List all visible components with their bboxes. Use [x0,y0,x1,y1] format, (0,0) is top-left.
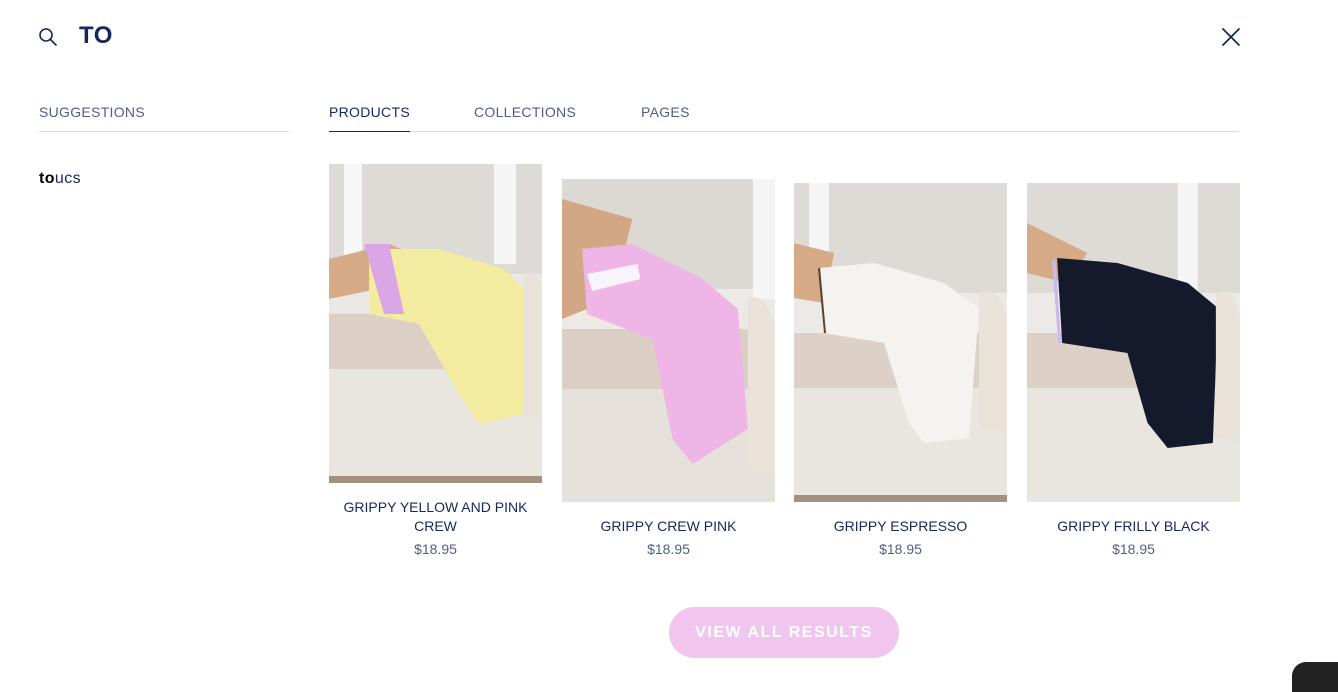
product-card[interactable]: GRIPPY FRILLY BLACK $18.95 [1027,183,1240,564]
suggestions-heading: SUGGESTIONS [39,104,145,120]
search-icon[interactable] [38,27,58,47]
product-card[interactable]: GRIPPY ESPRESSO $18.95 [794,183,1007,564]
results-tabs: PRODUCTS COLLECTIONS PAGES [329,100,1239,132]
suggestion-rest-text: ucs [54,170,82,187]
suggestions-header: SUGGESTIONS [39,100,289,132]
product-name[interactable]: GRIPPY CREW PINK [562,517,775,536]
product-image[interactable] [329,164,542,483]
search-bar: TO [0,0,1338,72]
product-price: $18.95 [414,541,457,557]
suggestion-match-text: to [39,170,55,187]
product-image[interactable] [1027,183,1240,502]
product-card[interactable]: GRIPPY CREW PINK $18.95 [562,179,775,564]
suggestion-item-toucs[interactable]: toucs [39,168,81,190]
tab-products[interactable]: PRODUCTS [329,100,410,132]
product-name[interactable]: GRIPPY ESPRESSO [794,517,1007,536]
tab-pages[interactable]: PAGES [641,100,690,132]
product-name[interactable]: GRIPPY YELLOW AND PINK CREW [329,498,542,536]
product-price: $18.95 [879,541,922,557]
close-icon[interactable] [1220,26,1242,48]
product-card[interactable]: GRIPPY YELLOW AND PINK CREW $18.95 [329,164,542,564]
product-image[interactable] [794,183,1007,502]
view-all-results-button[interactable]: VIEW ALL RESULTS [669,607,899,658]
chat-widget-fragment[interactable] [1292,662,1338,692]
search-input[interactable]: TO [79,20,113,52]
product-price: $18.95 [1112,541,1155,557]
product-price: $18.95 [647,541,690,557]
product-image[interactable] [562,179,775,502]
tab-collections[interactable]: COLLECTIONS [474,100,576,132]
product-name[interactable]: GRIPPY FRILLY BLACK [1027,517,1240,536]
